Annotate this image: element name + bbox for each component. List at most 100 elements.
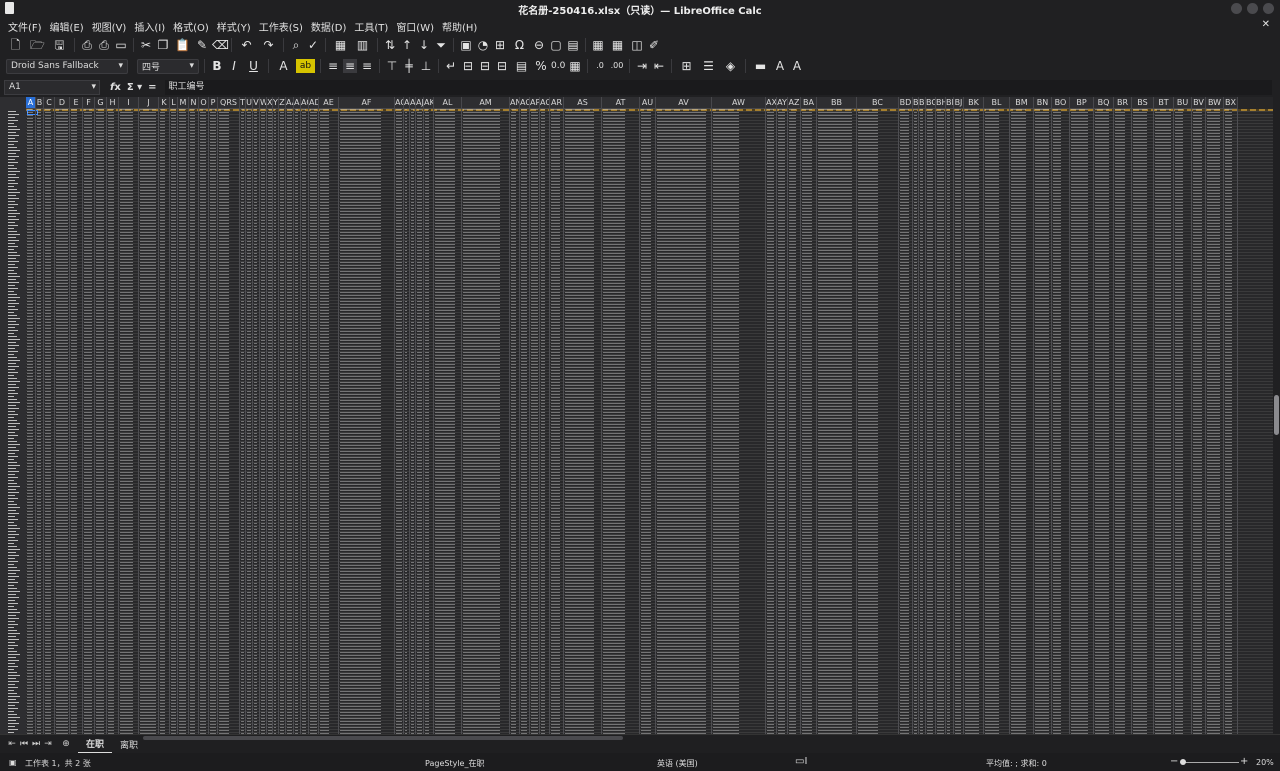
data-column[interactable] xyxy=(139,109,159,734)
row-number[interactable] xyxy=(8,648,14,649)
menu-edit[interactable]: 编辑(E) xyxy=(46,17,88,34)
row-number[interactable] xyxy=(8,354,14,355)
data-column[interactable] xyxy=(817,109,857,734)
row-number[interactable] xyxy=(8,483,17,484)
align-right-icon[interactable]: ≡ xyxy=(360,59,374,73)
column-header-bw[interactable]: BW xyxy=(1206,97,1224,109)
row-number[interactable] xyxy=(8,447,16,448)
row-number[interactable] xyxy=(8,690,14,691)
data-column[interactable] xyxy=(1094,109,1114,734)
font-name-combo[interactable]: Droid Sans Fallback ▾ xyxy=(6,58,128,74)
image-icon[interactable]: ▣ xyxy=(459,38,473,52)
column-icon[interactable]: ▥ xyxy=(353,38,372,52)
column-header-m[interactable]: M xyxy=(178,97,189,109)
currency-icon[interactable]: ▤ xyxy=(512,59,531,73)
row-number[interactable] xyxy=(8,630,17,631)
align-middle-icon[interactable]: ╪ xyxy=(402,59,416,73)
row-number[interactable] xyxy=(8,342,16,343)
find-icon[interactable]: ⌕ xyxy=(289,38,303,52)
row-number[interactable] xyxy=(8,486,20,487)
row-number[interactable] xyxy=(8,192,20,193)
text-direction-icon[interactable]: A xyxy=(773,59,787,73)
row-number[interactable] xyxy=(8,516,15,517)
show-draw-icon[interactable]: ✐ xyxy=(647,38,661,52)
row-number[interactable] xyxy=(8,645,18,646)
row-number[interactable] xyxy=(8,264,15,265)
row-number[interactable] xyxy=(8,348,15,349)
row-number[interactable] xyxy=(8,318,20,319)
row-number[interactable] xyxy=(8,420,17,421)
clone-format-icon[interactable]: ✎ xyxy=(195,38,209,52)
row-number[interactable] xyxy=(8,231,17,232)
hyperlink-icon[interactable]: ⊖ xyxy=(532,38,546,52)
data-column[interactable] xyxy=(926,109,936,734)
data-column[interactable] xyxy=(788,109,801,734)
data-column[interactable] xyxy=(44,109,55,734)
row-number[interactable] xyxy=(8,609,17,610)
row-number[interactable] xyxy=(8,561,18,562)
row-number[interactable] xyxy=(8,513,19,514)
row-number[interactable] xyxy=(8,705,15,706)
row-number[interactable] xyxy=(8,621,15,622)
column-header-b[interactable]: B xyxy=(36,97,44,109)
row-number[interactable] xyxy=(8,519,18,520)
row-number[interactable] xyxy=(8,672,17,673)
column-header-d[interactable]: D xyxy=(55,97,70,109)
row-number[interactable] xyxy=(8,150,20,151)
row-number[interactable] xyxy=(8,453,15,454)
row-number[interactable] xyxy=(8,255,20,256)
wrap-text-icon[interactable]: ↵ xyxy=(444,59,458,73)
row-number[interactable] xyxy=(8,663,15,664)
row-number[interactable] xyxy=(8,123,14,124)
column-header-bq[interactable]: BQ xyxy=(1094,97,1114,109)
row-number[interactable] xyxy=(8,171,20,172)
row-number[interactable] xyxy=(8,603,18,604)
column-header-l[interactable]: L xyxy=(170,97,178,109)
row-number[interactable] xyxy=(8,573,16,574)
data-column[interactable] xyxy=(936,109,946,734)
column-header-u[interactable]: U xyxy=(246,97,253,109)
name-box[interactable]: A1 ▾ xyxy=(4,79,100,95)
column-header-ad[interactable]: AD xyxy=(309,97,319,109)
row-number[interactable] xyxy=(8,585,14,586)
row-number[interactable] xyxy=(8,417,14,418)
row-number[interactable] xyxy=(8,177,19,178)
column-header-aq[interactable]: AQ xyxy=(540,97,550,109)
row-number[interactable] xyxy=(8,201,15,202)
row-number[interactable] xyxy=(8,600,15,601)
column-header-an[interactable]: AN xyxy=(510,97,520,109)
row-number[interactable] xyxy=(8,465,20,466)
row-number[interactable] xyxy=(8,213,20,214)
row-number[interactable] xyxy=(8,426,16,427)
row-number[interactable] xyxy=(8,207,14,208)
row-number[interactable] xyxy=(8,336,17,337)
date-format-icon[interactable]: ▦ xyxy=(568,59,582,73)
data-column[interactable] xyxy=(564,109,602,734)
highlight-icon[interactable]: ab xyxy=(296,59,315,73)
data-column[interactable] xyxy=(801,109,817,734)
row-number[interactable] xyxy=(8,618,19,619)
row-number[interactable] xyxy=(8,357,17,358)
column-header-a[interactable]: A xyxy=(26,97,36,109)
data-column[interactable] xyxy=(954,109,964,734)
menu-data[interactable]: 数据(D) xyxy=(307,17,351,34)
header-footer-icon[interactable]: ▤ xyxy=(566,38,580,52)
data-column[interactable] xyxy=(1052,109,1070,734)
row-number[interactable] xyxy=(8,174,16,175)
save-icon[interactable]: 🖫 xyxy=(50,38,69,52)
row-number[interactable] xyxy=(8,249,14,250)
row-number[interactable] xyxy=(8,375,14,376)
row-number[interactable] xyxy=(8,399,17,400)
data-column[interactable] xyxy=(1192,109,1206,734)
data-column[interactable] xyxy=(1154,109,1174,734)
menu-view[interactable]: 视图(V) xyxy=(88,17,131,34)
row-number[interactable] xyxy=(8,273,17,274)
data-column[interactable] xyxy=(510,109,520,734)
row-number[interactable] xyxy=(8,228,14,229)
row-number[interactable] xyxy=(8,510,16,511)
underline-icon[interactable]: U xyxy=(244,59,263,73)
row-number[interactable] xyxy=(8,390,15,391)
data-column[interactable] xyxy=(777,109,788,734)
row-number[interactable] xyxy=(8,294,17,295)
data-column[interactable] xyxy=(1034,109,1052,734)
